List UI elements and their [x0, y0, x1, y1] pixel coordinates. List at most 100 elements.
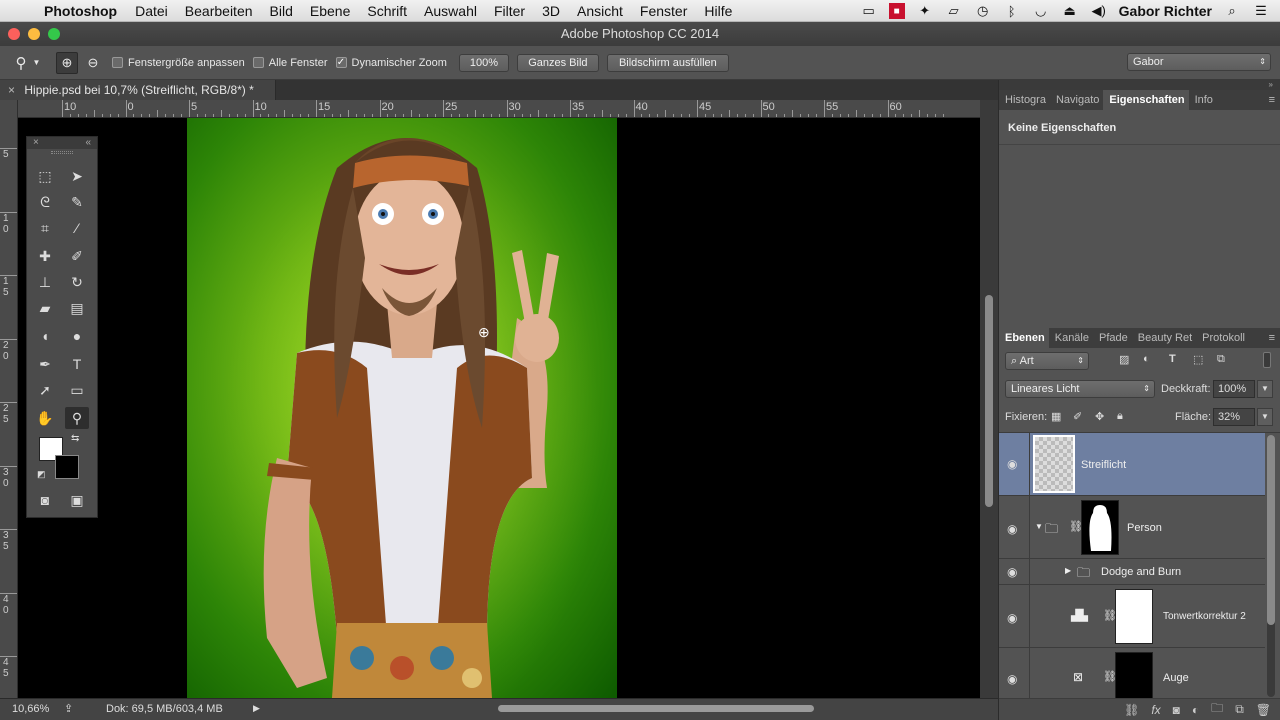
clone-stamp-tool-icon[interactable]: ⊥	[33, 271, 57, 293]
minimize-window-button[interactable]	[28, 28, 40, 40]
quick-selection-tool-icon[interactable]: ✎	[65, 191, 89, 213]
visibility-eye-icon[interactable]: ◉	[1007, 611, 1025, 625]
quick-mask-icon[interactable]: ◙	[33, 489, 57, 511]
visibility-eye-icon[interactable]: ◉	[1007, 565, 1025, 579]
blur-tool-icon[interactable]: ◖	[33, 325, 57, 347]
layer-style-fx-icon[interactable]: fx	[1151, 703, 1160, 717]
tab-history[interactable]: Protokoll	[1196, 328, 1249, 348]
filter-smartobject-icon[interactable]: ⧉	[1217, 353, 1225, 366]
canvas-area[interactable]: ⊕	[18, 118, 980, 698]
spotlight-search-icon[interactable]: ⌕	[1223, 3, 1241, 19]
layers-scrollbar[interactable]	[1267, 435, 1275, 697]
zoom-100-button[interactable]: 100%	[458, 53, 509, 72]
notification-center-icon[interactable]: ☰	[1252, 3, 1270, 19]
layer-mask-thumbnail[interactable]	[1115, 652, 1153, 698]
filter-toggle[interactable]	[1263, 352, 1271, 368]
layer-row-person[interactable]: ◉ ▼ 🗀︎ ⛓︎ Person	[999, 496, 1265, 559]
dodge-tool-icon[interactable]: ●	[65, 325, 89, 347]
fit-window-option[interactable]: Fenstergröße anpassen	[112, 57, 245, 69]
tab-channels[interactable]: Kanäle	[1049, 328, 1093, 348]
status-menu-arrow-icon[interactable]: ▶	[253, 703, 260, 714]
collapse-tools-icon[interactable]: «	[85, 137, 91, 149]
zoom-out-mode-button[interactable]: ⊖	[82, 52, 104, 74]
menu-bild[interactable]: Bild	[270, 3, 293, 19]
new-adjustment-layer-icon[interactable]: ◐	[1192, 703, 1199, 717]
layer-name[interactable]: Dodge and Burn	[1101, 566, 1181, 578]
fill-input[interactable]: 32%	[1213, 408, 1255, 426]
tool-preset-picker[interactable]: ⚲ ▼	[0, 54, 56, 72]
blend-mode-select[interactable]: Lineares Licht ⇕	[1005, 380, 1155, 398]
tab-navigator[interactable]: Navigato	[1050, 90, 1103, 110]
tab-info[interactable]: Info	[1189, 90, 1217, 110]
zoom-tool-icon[interactable]: ⚲	[65, 407, 89, 429]
opacity-dropdown-icon[interactable]: ▼	[1257, 380, 1273, 398]
lasso-tool-icon[interactable]: ᘓ	[33, 191, 57, 213]
dynamic-zoom-option[interactable]: ✓ Dynamischer Zoom	[335, 57, 447, 69]
fill-screen-button[interactable]: Bildschirm ausfüllen	[606, 53, 729, 72]
filter-pixel-icon[interactable]: ▨	[1119, 353, 1129, 366]
menu-3d[interactable]: 3D	[542, 3, 560, 19]
bluetooth-icon[interactable]: ᛒ	[1003, 3, 1021, 19]
time-machine-icon[interactable]: ◷	[974, 3, 992, 19]
close-window-button[interactable]	[8, 28, 20, 40]
zoom-level[interactable]: 10,66%	[12, 703, 49, 715]
swap-colors-icon[interactable]: ⇆	[71, 433, 79, 444]
menu-schrift[interactable]: Schrift	[367, 3, 407, 19]
panel-menu-icon[interactable]: ≡	[1269, 94, 1275, 106]
layer-name[interactable]: Tonwertkorrektur 2	[1163, 611, 1246, 622]
brush-tool-icon[interactable]: ✐	[65, 245, 89, 267]
screen-mode-icon[interactable]: ▣	[65, 489, 89, 511]
default-colors-icon[interactable]: ◩	[37, 469, 46, 480]
menu-ansicht[interactable]: Ansicht	[577, 3, 623, 19]
eyedropper-tool-icon[interactable]: ⁄	[65, 217, 89, 239]
tab-histogram[interactable]: Histogra	[999, 90, 1050, 110]
type-tool-icon[interactable]: T	[65, 353, 89, 375]
dock-collapse-bar[interactable]: »	[999, 80, 1280, 90]
all-windows-checkbox[interactable]	[252, 57, 264, 68]
menu-filter[interactable]: Filter	[494, 3, 525, 19]
crop-tool-icon[interactable]: ⌗	[33, 217, 57, 239]
document-tab[interactable]: × Hippie.psd bei 10,7% (Streiflicht, RGB…	[0, 80, 276, 100]
lock-all-icon[interactable]: 🔒︎	[1117, 410, 1123, 423]
layer-filter-select[interactable]: ⌕ Art ⇕	[1005, 352, 1089, 370]
lock-image-icon[interactable]: ✐	[1073, 410, 1082, 423]
lock-position-icon[interactable]: ✥	[1095, 410, 1104, 423]
tools-grip[interactable]	[51, 151, 73, 154]
hand-tool-icon[interactable]: ✋	[33, 407, 57, 429]
layer-row-tonwertkorrektur[interactable]: ◉ ▟▙ ⛓︎ Tonwertkorrektur 2	[999, 585, 1265, 648]
menu-datei[interactable]: Datei	[135, 3, 168, 19]
workspace-select[interactable]: Gabor ⇕	[1127, 53, 1271, 71]
layer-name[interactable]: Auge	[1163, 672, 1189, 684]
app-status-icon[interactable]: ■	[888, 3, 905, 19]
vertical-ruler[interactable]: 5 1 0 1 5 2 0 2 5 3 0 3 5 4 0 4 5	[0, 100, 18, 698]
wifi-icon[interactable]: ◡	[1032, 3, 1050, 19]
volume-icon[interactable]: ◀)	[1090, 3, 1108, 19]
new-layer-icon[interactable]: ⧉	[1235, 702, 1244, 717]
layers-scroll-thumb[interactable]	[1267, 435, 1275, 625]
menu-bearbeiten[interactable]: Bearbeiten	[185, 3, 253, 19]
collapse-dock-icon[interactable]: »	[1269, 80, 1273, 89]
layers-menu-icon[interactable]: ≡	[1269, 332, 1275, 344]
eject-icon[interactable]: ⏏	[1061, 3, 1079, 19]
close-tools-icon[interactable]: ×	[33, 137, 39, 149]
add-mask-icon[interactable]: ◙	[1173, 703, 1180, 717]
fill-dropdown-icon[interactable]: ▼	[1257, 408, 1273, 426]
horizontal-ruler[interactable]: 10 0 5 10 15 20 25 30 35 40 45 50 55 60	[18, 100, 980, 118]
display-icon[interactable]: ▭	[860, 3, 878, 19]
tab-properties[interactable]: Eigenschaften	[1103, 90, 1189, 110]
layer-mask-thumbnail[interactable]	[1115, 589, 1153, 644]
all-windows-option[interactable]: Alle Fenster	[252, 57, 328, 69]
filter-shape-icon[interactable]: ⬚	[1193, 353, 1203, 366]
disclosure-triangle-icon[interactable]: ▼	[1035, 522, 1043, 531]
marquee-tool-icon[interactable]: ⬚	[33, 165, 57, 187]
menu-fenster[interactable]: Fenster	[640, 3, 687, 19]
delete-layer-icon[interactable]: 🗑︎	[1256, 703, 1271, 717]
path-selection-tool-icon[interactable]: ➚	[33, 379, 57, 401]
menu-hilfe[interactable]: Hilfe	[704, 3, 732, 19]
opacity-input[interactable]: 100%	[1213, 380, 1255, 398]
tab-layers[interactable]: Ebenen	[999, 328, 1049, 348]
document-image[interactable]	[187, 118, 617, 698]
new-group-icon[interactable]: 🗀︎	[1211, 699, 1223, 720]
link-layers-icon[interactable]: ⛓︎	[1124, 703, 1139, 717]
visibility-eye-icon[interactable]: ◉	[1007, 672, 1025, 686]
